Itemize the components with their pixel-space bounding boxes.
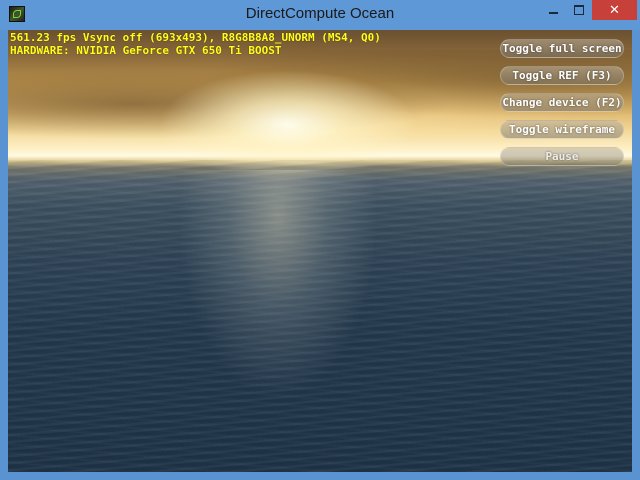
toggle-fullscreen-button[interactable]: Toggle full screen <box>500 39 624 58</box>
ocean-render-viewport[interactable]: 561.23 fps Vsync off (693x493), R8G8B8A8… <box>8 30 632 472</box>
pause-button[interactable]: Pause <box>500 147 624 166</box>
toggle-wireframe-button[interactable]: Toggle wireframe <box>500 120 624 139</box>
sun-reflection <box>178 170 378 400</box>
close-button[interactable]: ✕ <box>592 0 637 20</box>
app-window: DirectCompute Ocean ✕ 561.23 fps Vsync o… <box>0 0 640 480</box>
title-bar[interactable]: DirectCompute Ocean ✕ <box>0 0 640 30</box>
toggle-ref-button[interactable]: Toggle REF (F3) <box>500 66 624 85</box>
minimize-icon <box>548 12 558 14</box>
change-device-button[interactable]: Change device (F2) <box>500 93 624 112</box>
maximize-button[interactable] <box>566 0 592 20</box>
maximize-icon <box>574 5 584 15</box>
fps-stats-text: 561.23 fps Vsync off (693x493), R8G8B8A8… <box>10 31 381 44</box>
close-icon: ✕ <box>609 2 620 18</box>
minimize-button[interactable] <box>540 0 566 20</box>
hardware-info-text: HARDWARE: NVIDIA GeForce GTX 650 Ti BOOS… <box>10 44 282 57</box>
